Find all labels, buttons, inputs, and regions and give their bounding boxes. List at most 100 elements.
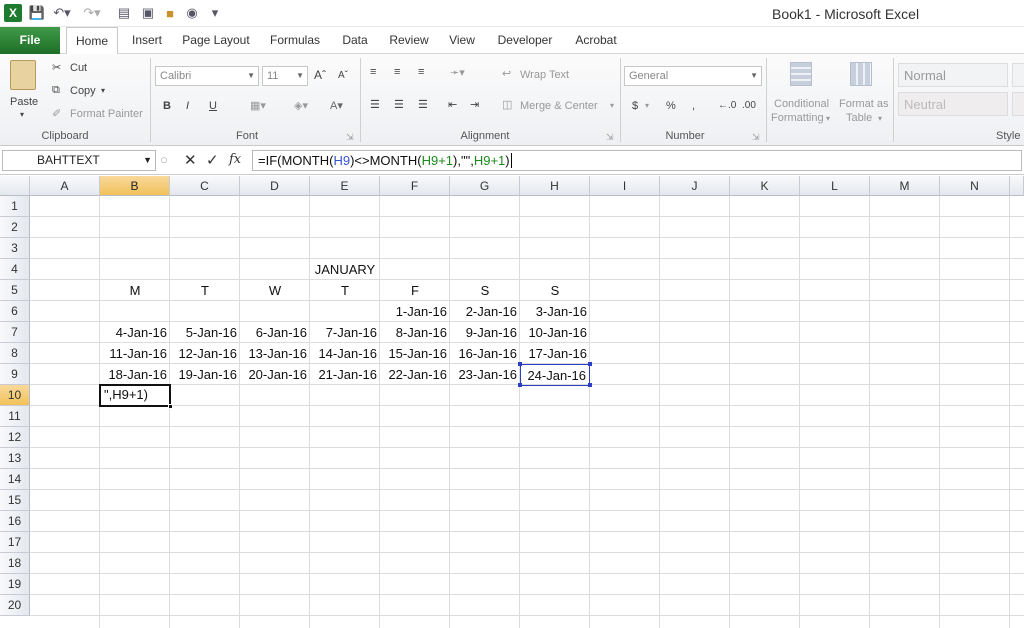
align-middle-icon[interactable]: ≡: [394, 66, 400, 78]
tab-insert[interactable]: Insert: [126, 27, 168, 54]
align-top-icon[interactable]: ≡: [370, 66, 376, 78]
camera-icon[interactable]: ◉: [184, 4, 200, 22]
borders-icon[interactable]: ▦▾: [250, 99, 266, 112]
cell-area[interactable]: [30, 196, 1024, 628]
cell-c7[interactable]: 5-Jan-16: [170, 322, 240, 343]
tab-view[interactable]: View: [444, 27, 480, 54]
paste-icon[interactable]: [10, 60, 36, 90]
cell-e8[interactable]: 14-Jan-16: [310, 343, 380, 364]
bold-icon[interactable]: B: [163, 100, 171, 112]
copy-button[interactable]: Copy: [70, 85, 96, 97]
comma-style-icon[interactable]: ,: [692, 100, 695, 112]
cell-h9-referenced[interactable]: 24-Jan-16: [520, 364, 590, 386]
select-all-corner[interactable]: [0, 176, 30, 196]
conditional-formatting-icon[interactable]: [790, 62, 812, 86]
number-format-combo[interactable]: General ▼: [624, 66, 762, 86]
row-header-9[interactable]: 9: [0, 364, 30, 385]
paste-dropdown-icon[interactable]: ▾: [20, 110, 24, 119]
increase-decimal-icon[interactable]: ←.0: [718, 100, 736, 111]
cell-h6[interactable]: 3-Jan-16: [520, 301, 590, 322]
cell-g8[interactable]: 16-Jan-16: [450, 343, 520, 364]
cell-g5[interactable]: S: [450, 280, 520, 301]
cell-e7[interactable]: 7-Jan-16: [310, 322, 380, 343]
column-header-b[interactable]: B: [100, 176, 170, 196]
row-header-11[interactable]: 11: [0, 406, 30, 427]
row-header-15[interactable]: 15: [0, 490, 30, 511]
save-icon[interactable]: 💾: [28, 4, 46, 22]
merge-center-icon[interactable]: ◫: [502, 98, 512, 111]
column-header-j[interactable]: J: [660, 176, 730, 196]
new-document-icon[interactable]: ▣: [140, 4, 156, 22]
row-header-8[interactable]: 8: [0, 343, 30, 364]
row-header-5[interactable]: 5: [0, 280, 30, 301]
row-header-7[interactable]: 7: [0, 322, 30, 343]
cell-c8[interactable]: 12-Jan-16: [170, 343, 240, 364]
row-header-16[interactable]: 16: [0, 511, 30, 532]
column-header-d[interactable]: D: [240, 176, 310, 196]
column-header-e[interactable]: E: [310, 176, 380, 196]
range-handle[interactable]: [518, 362, 522, 366]
align-right-icon[interactable]: ☰: [418, 98, 428, 111]
cut-button[interactable]: Cut: [70, 62, 87, 74]
style-good[interactable]: [1012, 92, 1024, 116]
fill-handle[interactable]: [168, 404, 173, 409]
column-header-f[interactable]: F: [380, 176, 450, 196]
row-header-3[interactable]: 3: [0, 238, 30, 259]
percent-icon[interactable]: %: [666, 100, 676, 112]
row-header-19[interactable]: 19: [0, 574, 30, 595]
copy-dropdown-icon[interactable]: ▾: [101, 86, 105, 95]
row-header-12[interactable]: 12: [0, 427, 30, 448]
cell-c5[interactable]: T: [170, 280, 240, 301]
font-color-icon[interactable]: A▾: [330, 99, 343, 112]
column-header-m[interactable]: M: [870, 176, 940, 196]
column-header-partial[interactable]: [1010, 176, 1024, 196]
column-header-l[interactable]: L: [800, 176, 870, 196]
chevron-down-icon[interactable]: ▾: [645, 101, 649, 110]
fill-color-icon[interactable]: ◈▾: [294, 99, 308, 112]
decrease-decimal-icon[interactable]: .00: [742, 100, 756, 111]
cell-b7[interactable]: 4-Jan-16: [100, 322, 170, 343]
row-header-14[interactable]: 14: [0, 469, 30, 490]
cell-g6[interactable]: 2-Jan-16: [450, 301, 520, 322]
chevron-down-icon[interactable]: ▾: [610, 101, 614, 110]
cell-f7[interactable]: 8-Jan-16: [380, 322, 450, 343]
redo-icon[interactable]: ↷▾: [82, 4, 102, 22]
row-header-4[interactable]: 4: [0, 259, 30, 280]
underline-icon[interactable]: U: [209, 100, 217, 112]
dialog-launcher-icon[interactable]: ⇲: [752, 132, 760, 143]
font-name-combo[interactable]: Calibri ▼: [155, 66, 259, 86]
dialog-launcher-icon[interactable]: ⇲: [346, 132, 354, 143]
row-header-17[interactable]: 17: [0, 532, 30, 553]
dialog-launcher-icon[interactable]: ⇲: [606, 132, 614, 143]
column-header-n[interactable]: N: [940, 176, 1010, 196]
range-handle[interactable]: [588, 362, 592, 366]
decrease-indent-icon[interactable]: ⇤: [448, 98, 457, 111]
paste-button[interactable]: Paste: [10, 96, 38, 108]
copy-icon[interactable]: ⧉: [52, 84, 60, 97]
undo-icon[interactable]: ↶▾: [52, 4, 72, 22]
shrink-font-icon[interactable]: Aˇ: [338, 70, 348, 81]
chevron-down-icon[interactable]: ▼: [143, 151, 152, 170]
cell-g9[interactable]: 23-Jan-16: [450, 364, 520, 385]
cell-c9[interactable]: 19-Jan-16: [170, 364, 240, 385]
cell-b8[interactable]: 11-Jan-16: [100, 343, 170, 364]
format-as-table-label-2[interactable]: Table: [846, 112, 872, 124]
cell-d7[interactable]: 6-Jan-16: [240, 322, 310, 343]
grow-font-icon[interactable]: Aˆ: [314, 68, 326, 82]
tab-file[interactable]: File: [0, 27, 60, 54]
format-painter-button[interactable]: Format Painter: [70, 108, 143, 120]
align-left-icon[interactable]: ☰: [370, 98, 380, 111]
row-header-2[interactable]: 2: [0, 217, 30, 238]
cell-h5[interactable]: S: [520, 280, 590, 301]
italic-icon[interactable]: I: [186, 100, 189, 112]
row-header-20[interactable]: 20: [0, 595, 30, 616]
align-bottom-icon[interactable]: ≡: [418, 66, 424, 78]
format-as-table-label[interactable]: Format as: [839, 98, 889, 110]
cell-f6[interactable]: 1-Jan-16: [380, 301, 450, 322]
style-neutral[interactable]: Neutral: [898, 92, 1008, 116]
cell-h8[interactable]: 17-Jan-16: [520, 343, 590, 364]
customize-toolbar-icon[interactable]: ▾: [208, 4, 222, 22]
column-header-g[interactable]: G: [450, 176, 520, 196]
wrap-text-button[interactable]: Wrap Text: [520, 69, 569, 81]
tab-formulas[interactable]: Formulas: [264, 27, 326, 54]
